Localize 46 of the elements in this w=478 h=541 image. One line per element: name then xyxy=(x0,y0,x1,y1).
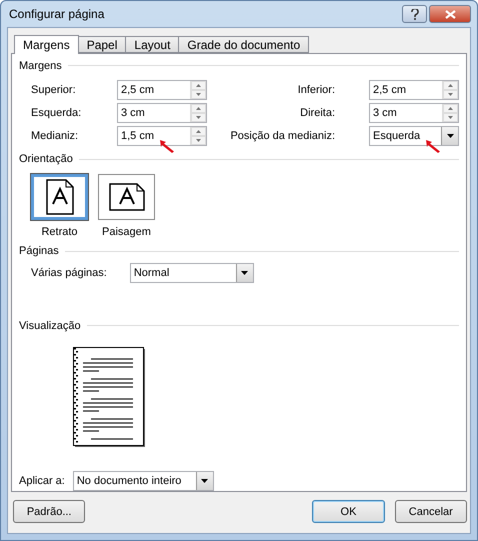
close-button[interactable] xyxy=(429,5,471,23)
dropdown-arrow-icon xyxy=(201,478,208,483)
field-label: Medianiz: xyxy=(31,130,80,142)
dialog-button[interactable]: OK xyxy=(312,500,385,523)
dialog-button[interactable]: Padrão... xyxy=(13,500,86,523)
field-label: Posição da medianiz: xyxy=(230,130,335,142)
section-title: Margens xyxy=(19,60,62,72)
field-label: Esquerda: xyxy=(31,106,82,119)
tab[interactable]: Papel xyxy=(78,36,126,53)
option-label: Paisagem xyxy=(102,226,151,238)
option-label: Retrato xyxy=(41,226,78,238)
spinner-arrows-icon[interactable] xyxy=(190,126,206,145)
section-title: Orientação xyxy=(19,153,73,166)
spin-field[interactable]: 3 cm xyxy=(369,102,459,123)
tab[interactable]: Margens xyxy=(14,35,79,54)
section-title: Páginas xyxy=(19,245,59,258)
spin-field[interactable]: 2,5 cm xyxy=(369,80,459,100)
field-label: Superior: xyxy=(31,84,77,96)
section-title: Visualização xyxy=(19,320,81,332)
window-title: Configurar página xyxy=(8,7,104,21)
spinner-arrows-icon[interactable] xyxy=(190,80,206,99)
tab[interactable]: Grade do documento xyxy=(178,36,310,53)
spinner-arrows-icon[interactable] xyxy=(190,104,206,122)
dropdown-arrow-icon xyxy=(241,270,248,275)
close-icon xyxy=(444,10,456,18)
field-label: Aplicar a: xyxy=(19,474,65,487)
spinner-arrows-icon[interactable] xyxy=(442,104,458,122)
spin-field[interactable]: 3 cm xyxy=(117,102,207,123)
tab[interactable]: Layout xyxy=(125,36,180,53)
dialog-button[interactable]: Cancelar xyxy=(394,500,467,523)
dropdown-field[interactable]: No documento inteiro xyxy=(72,470,214,491)
page-icon xyxy=(46,179,74,216)
orientation-button[interactable] xyxy=(98,174,155,220)
spin-field[interactable]: 2,5 cm xyxy=(117,80,207,100)
page-icon xyxy=(108,183,144,212)
spinner-arrows-icon[interactable] xyxy=(442,80,458,99)
spin-field[interactable]: 1,5 cm xyxy=(117,126,207,146)
field-label: Inferior: xyxy=(298,84,335,96)
dropdown-arrow-icon xyxy=(446,134,454,138)
field-label: Direita: xyxy=(300,106,335,119)
help-button[interactable] xyxy=(402,5,427,23)
help-icon xyxy=(410,8,418,20)
dropdown-field[interactable]: Normal xyxy=(130,262,254,283)
field-label: Várias páginas: xyxy=(31,266,107,279)
orientation-button[interactable] xyxy=(31,174,88,220)
dropdown-field[interactable]: Esquerda xyxy=(369,126,459,146)
